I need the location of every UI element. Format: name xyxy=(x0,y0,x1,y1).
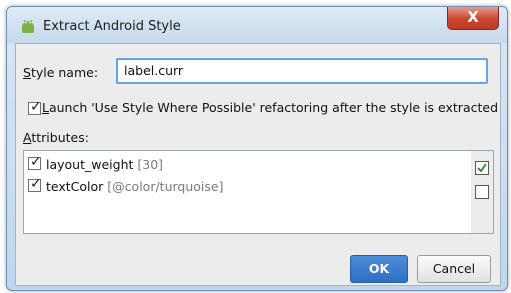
select-all-icon[interactable] xyxy=(475,161,489,175)
close-icon: X xyxy=(467,8,479,26)
check-mark-icon: ✓ xyxy=(30,154,42,170)
launch-refactoring-checkbox[interactable]: ✓ xyxy=(28,99,42,115)
attributes-label-rest: ttributes: xyxy=(31,130,89,145)
android-icon xyxy=(22,19,34,33)
select-none-icon[interactable] xyxy=(475,185,489,199)
attribute-value: [30] xyxy=(137,157,164,172)
ok-button[interactable]: OK xyxy=(350,255,408,283)
launch-refactoring-label[interactable]: Launch 'Use Style Where Possible' refact… xyxy=(42,100,498,115)
check-mark-icon: ✓ xyxy=(30,99,42,115)
dialog-content: Style name: label.curr ✓ Launch 'Use Sty… xyxy=(15,43,501,286)
style-name-input[interactable]: label.curr xyxy=(116,58,488,84)
attributes-list[interactable]: ✓ layout_weight [30] ✓ textColor [@color… xyxy=(23,150,473,234)
attribute-side-panel xyxy=(471,150,494,234)
cancel-button[interactable]: Cancel xyxy=(417,255,491,283)
list-item[interactable]: layout_weight [30] xyxy=(46,157,163,172)
attribute-checkbox-text-color[interactable]: ✓ xyxy=(28,176,42,192)
attribute-checkbox-layout-weight[interactable]: ✓ xyxy=(28,154,42,170)
style-name-label-rest: tyle name: xyxy=(30,65,99,80)
extract-style-dialog: Extract Android Style X Style name: labe… xyxy=(6,6,508,291)
attribute-value: [@color/turquoise] xyxy=(107,179,224,194)
title-bar: Extract Android Style X xyxy=(7,7,507,43)
style-name-label: Style name: xyxy=(23,65,99,80)
check-mark-icon: ✓ xyxy=(30,176,42,192)
launch-refactoring-label-rest: aunch 'Use Style Where Possible' refacto… xyxy=(48,100,499,115)
list-item[interactable]: textColor [@color/turquoise] xyxy=(46,179,223,194)
attribute-name: textColor xyxy=(46,179,104,194)
attributes-label: Attributes: xyxy=(23,130,89,145)
close-button[interactable]: X xyxy=(447,7,499,30)
dialog-title: Extract Android Style xyxy=(43,19,181,34)
attribute-name: layout_weight xyxy=(46,157,134,172)
